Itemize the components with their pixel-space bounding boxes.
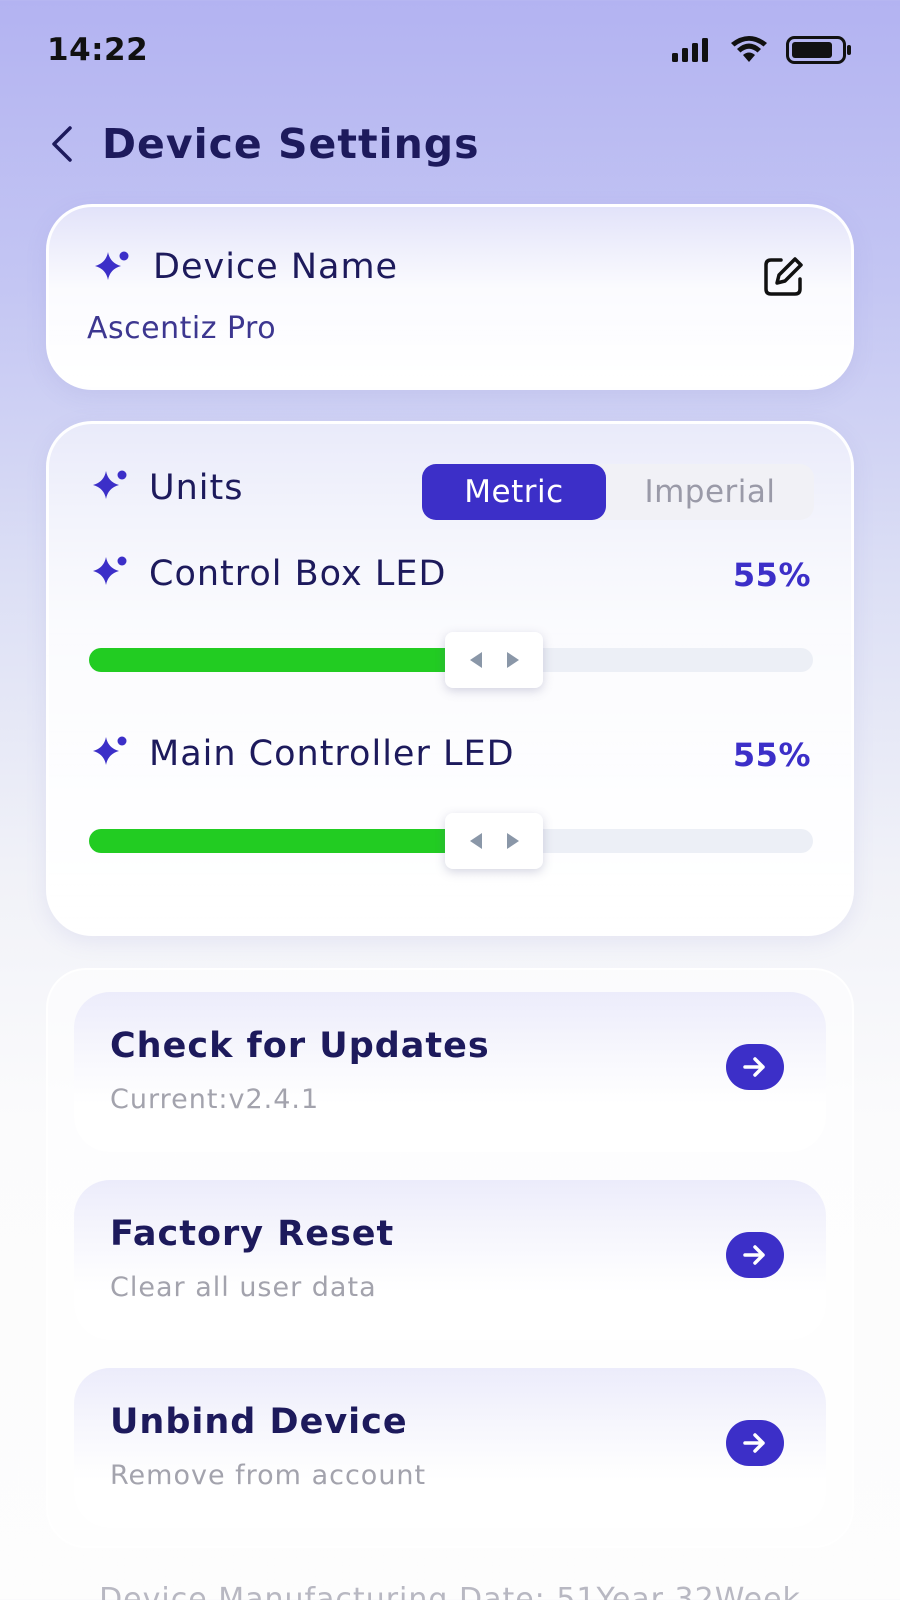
device-name-label: Device Name bbox=[153, 247, 399, 287]
check-updates-subtitle: Current:v2.4.1 bbox=[110, 1084, 320, 1115]
sparkle-icon bbox=[93, 556, 127, 585]
factory-reset-title: Factory Reset bbox=[110, 1214, 395, 1254]
actions-panel: Check for Updates Current:v2.4.1 Factory… bbox=[46, 968, 854, 1548]
check-updates-arrow-button[interactable] bbox=[726, 1044, 784, 1090]
control-box-led-label: Control Box LED bbox=[149, 554, 447, 594]
slider-thumb[interactable] bbox=[445, 632, 543, 688]
sparkle-icon bbox=[93, 470, 127, 499]
units-option-imperial[interactable]: Imperial bbox=[606, 464, 814, 520]
status-time: 14:22 bbox=[47, 32, 149, 68]
device-name-value: Ascentiz Pro bbox=[87, 311, 277, 346]
control-box-led-slider[interactable] bbox=[89, 632, 813, 688]
header: Device Settings bbox=[0, 112, 900, 182]
slider-fill bbox=[89, 648, 447, 672]
device-name-card: Device Name Ascentiz Pro bbox=[46, 204, 854, 390]
factory-reset-subtitle: Clear all user data bbox=[110, 1272, 377, 1303]
main-controller-led-slider[interactable] bbox=[89, 813, 813, 869]
factory-reset-item[interactable]: Factory Reset Clear all user data bbox=[74, 1180, 826, 1340]
edit-name-button[interactable] bbox=[759, 253, 807, 301]
unbind-device-title: Unbind Device bbox=[110, 1402, 408, 1442]
wifi-icon bbox=[731, 36, 767, 62]
settings-card: Units Metric Imperial Control Box LED 55… bbox=[46, 421, 854, 936]
units-option-metric[interactable]: Metric bbox=[422, 464, 606, 520]
signal-icon bbox=[672, 38, 708, 62]
page-title: Device Settings bbox=[102, 120, 480, 168]
slider-fill bbox=[89, 829, 447, 853]
check-updates-item[interactable]: Check for Updates Current:v2.4.1 bbox=[74, 992, 826, 1152]
status-bar: 14:22 bbox=[0, 0, 900, 104]
edit-icon bbox=[764, 257, 803, 296]
control-box-led-percent: 55% bbox=[732, 556, 811, 594]
status-icons bbox=[672, 36, 852, 64]
unbind-device-item[interactable]: Unbind Device Remove from account bbox=[74, 1368, 826, 1528]
arrow-left-icon bbox=[469, 833, 482, 849]
sparkle-icon bbox=[95, 251, 129, 280]
arrow-right-icon bbox=[743, 1433, 765, 1453]
arrow-right-icon bbox=[743, 1245, 765, 1265]
check-updates-title: Check for Updates bbox=[110, 1026, 490, 1066]
back-button[interactable] bbox=[40, 120, 84, 168]
manufacturing-date-text: Device Manufacturing Date: 51Year 32Week bbox=[99, 1582, 801, 1600]
unbind-device-arrow-button[interactable] bbox=[726, 1420, 784, 1466]
units-toggle: Metric Imperial bbox=[422, 464, 814, 520]
battery-icon bbox=[786, 36, 851, 64]
slider-thumb[interactable] bbox=[445, 813, 543, 869]
arrow-right-icon bbox=[743, 1057, 765, 1077]
units-label: Units bbox=[149, 468, 244, 508]
main-controller-led-label: Main Controller LED bbox=[149, 734, 515, 774]
unbind-device-subtitle: Remove from account bbox=[110, 1460, 427, 1491]
factory-reset-arrow-button[interactable] bbox=[726, 1232, 784, 1278]
arrow-left-icon bbox=[469, 652, 482, 668]
arrow-right-icon bbox=[506, 833, 519, 849]
sparkle-icon bbox=[93, 736, 127, 765]
arrow-right-icon bbox=[506, 652, 519, 668]
main-controller-led-percent: 55% bbox=[732, 736, 811, 774]
chevron-left-icon bbox=[52, 126, 72, 162]
